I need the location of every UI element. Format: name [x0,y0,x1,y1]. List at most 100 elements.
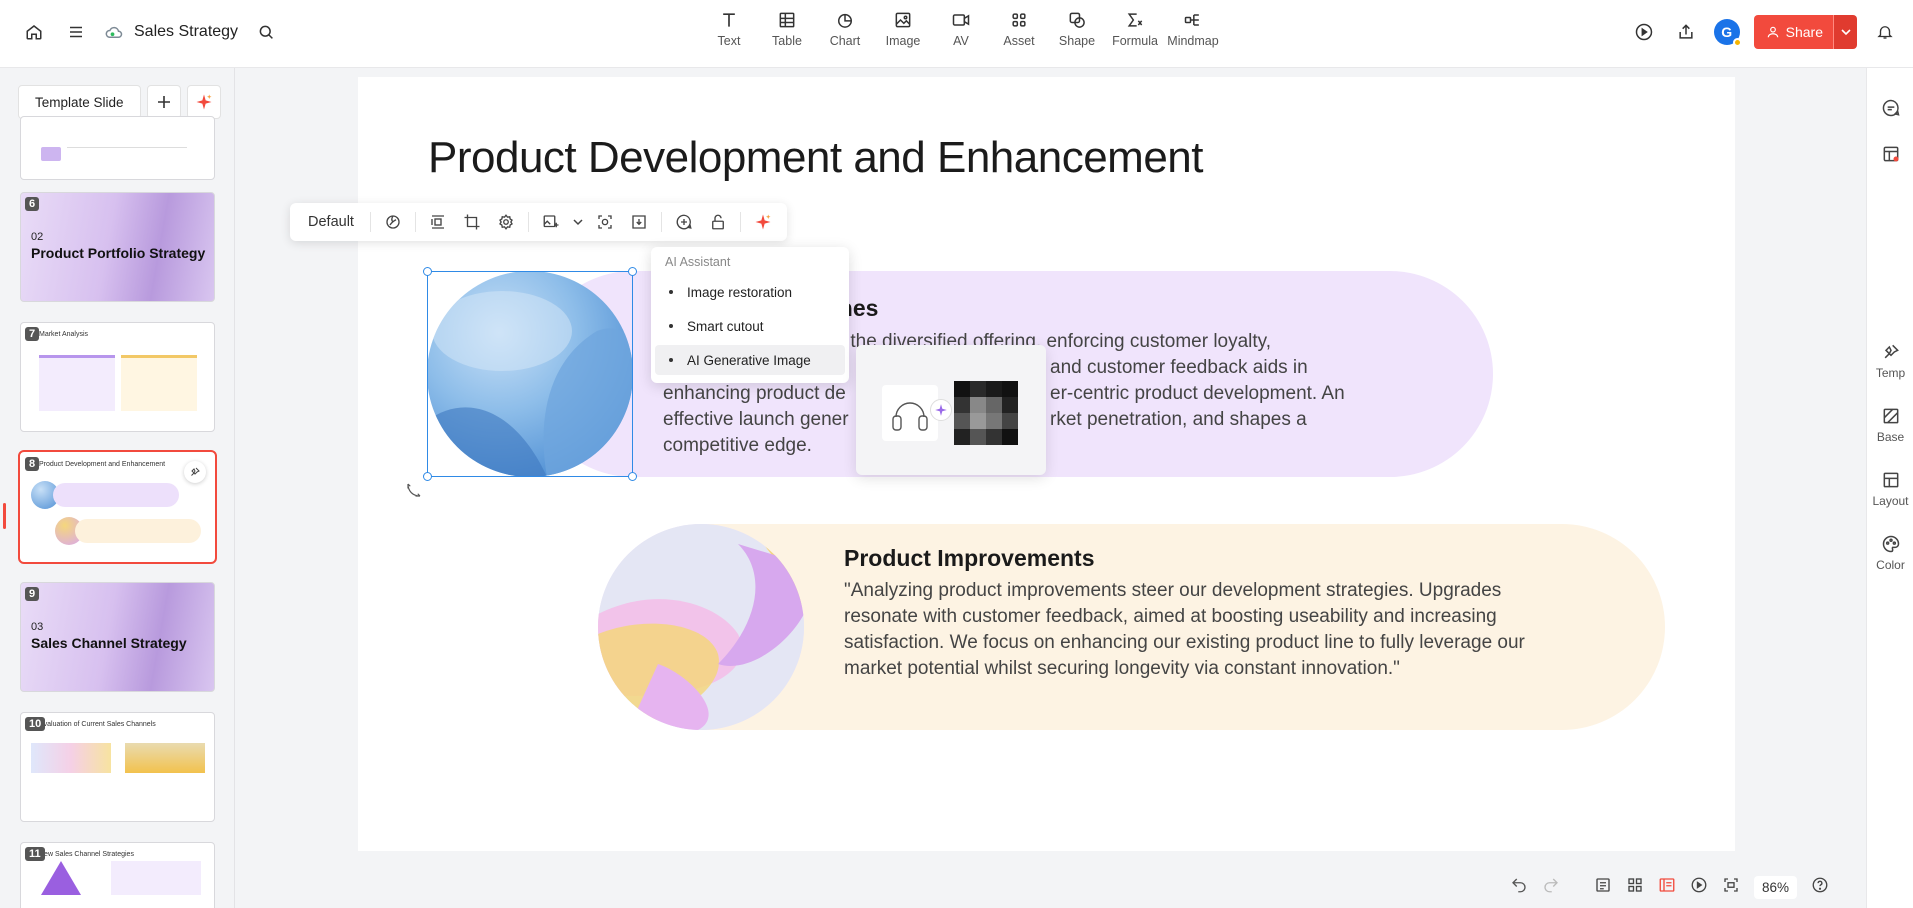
shape-icon [1069,12,1085,28]
section-title: Sales Channel Strategy [31,635,187,651]
card1-line: and customer feedback aids in [1050,357,1308,378]
image-pastel-shape[interactable] [598,524,804,730]
document-title[interactable]: Sales Strategy [134,23,238,41]
resize-handle[interactable] [423,472,432,481]
menu-item-image-restoration[interactable]: Image restoration [655,277,845,307]
slide-view-icon[interactable] [1658,876,1676,899]
pixel [1002,413,1018,429]
template-slide-button[interactable]: Template Slide [18,85,141,119]
slide-thumbnail[interactable] [20,116,215,180]
rail-temp[interactable]: Temp [1867,342,1913,380]
ai-sparkle-button[interactable] [186,85,221,119]
comments-button[interactable] [1867,98,1913,118]
comment-icon[interactable] [668,207,700,237]
tool-av[interactable]: AV [932,10,990,48]
slide-template-icon [1883,146,1898,162]
tool-asset[interactable]: Asset [990,10,1048,48]
tool-label: Chart [829,34,861,48]
slide-title[interactable]: Product Development and Enhancement [428,133,1204,183]
card1-line: effective launch gener [663,409,849,430]
slide-thumbnail[interactable]: 9 03 Sales Channel Strategy [20,582,215,692]
tool-mindmap[interactable]: Mindmap [1164,10,1222,48]
redo-icon[interactable] [1542,876,1560,899]
divider [527,212,529,232]
pixelated-result [954,381,1018,445]
menu-item-ai-generative-image[interactable]: AI Generative Image [655,345,845,375]
menu-item-smart-cutout[interactable]: Smart cutout [655,311,845,341]
slide-thumbnail[interactable]: 10 Evaluation of Current Sales Channels [20,712,215,822]
tool-text[interactable]: Text [700,10,758,48]
active-slide-marker [3,503,6,529]
ai-generative-preview [856,345,1046,475]
card2-heading[interactable]: Product Improvements [844,545,1095,572]
thumb-card [111,861,201,895]
crop-icon[interactable] [456,207,488,237]
resize-handle[interactable] [628,267,637,276]
rail-color[interactable]: Color [1867,534,1913,572]
image-icon [895,12,911,28]
slide-thumbnail-active[interactable]: 8 Product Development and Enhancement [18,450,217,564]
share-button[interactable]: Share [1753,15,1833,49]
menu-item-label: Smart cutout [687,318,764,334]
help-icon[interactable] [1811,876,1829,899]
export-icon[interactable] [1672,18,1700,46]
undo-icon[interactable] [1510,876,1528,899]
align-icon[interactable] [422,207,454,237]
unlock-icon[interactable] [702,207,734,237]
share-dropdown-button[interactable] [1833,15,1857,49]
resize-handle[interactable] [423,267,432,276]
bell-icon[interactable] [1871,18,1899,46]
download-icon[interactable] [623,207,655,237]
home-icon[interactable] [20,18,48,46]
ai-sparkle-icon[interactable] [747,207,779,237]
formula-icon [1127,13,1143,27]
replace-image-icon[interactable] [535,207,567,237]
pixel [986,397,1002,413]
plus-icon [157,96,170,108]
slide-thumbnail[interactable]: 11 New Sales Channel Strategies [20,842,215,908]
settings-icon[interactable] [490,207,522,237]
layout-icon [1883,472,1898,488]
sparkle-icon [935,404,947,416]
template-panel-button[interactable] [1867,144,1913,164]
tool-image[interactable]: Image [874,10,932,48]
chevron-down-icon[interactable] [569,207,587,237]
play-icon[interactable] [1630,18,1658,46]
rotate-icon[interactable] [405,481,423,499]
cloud-saved-icon [104,18,124,46]
tool-table[interactable]: Table [758,10,816,48]
slide-thumbnail[interactable]: 6 02 Product Portfolio Strategy [20,192,215,302]
thumb-card [121,355,197,411]
pixel [970,381,986,397]
divider [369,212,371,232]
zoom-fit-icon[interactable] [589,207,621,237]
image-style-icon[interactable] [377,207,409,237]
add-slide-button[interactable] [146,85,181,119]
present-icon[interactable] [1690,876,1708,899]
fit-screen-icon[interactable] [1722,876,1740,899]
video-icon [952,14,970,26]
menu-icon[interactable] [62,18,90,46]
rail-base[interactable]: Base [1867,406,1913,444]
thumb-triangle [41,861,81,895]
style-dropdown[interactable]: Default [298,214,364,230]
user-icon [1767,26,1778,38]
tool-chart[interactable]: Chart [816,10,874,48]
slide-thumbnail[interactable]: 7 Market Analysis [20,322,215,432]
resize-handle[interactable] [628,472,637,481]
pin-icon [191,467,200,476]
grid-view-icon[interactable] [1626,876,1644,899]
zoom-level[interactable]: 86% [1754,875,1798,899]
tool-shape[interactable]: Shape [1048,10,1106,48]
search-icon[interactable] [252,18,280,46]
avatar[interactable]: G [1713,19,1742,47]
thumb-title: Market Analysis [39,331,89,338]
sparkle-icon [196,94,212,110]
card2-body[interactable]: "Analyzing product improvements steer ou… [844,578,1574,682]
thumb-pin-button[interactable] [184,461,206,483]
notes-icon[interactable] [1594,876,1612,899]
comment-icon [1882,99,1900,117]
rail-layout[interactable]: Layout [1867,470,1913,508]
tool-formula[interactable]: Formula [1106,10,1164,48]
rail-label: Temp [1875,366,1906,380]
